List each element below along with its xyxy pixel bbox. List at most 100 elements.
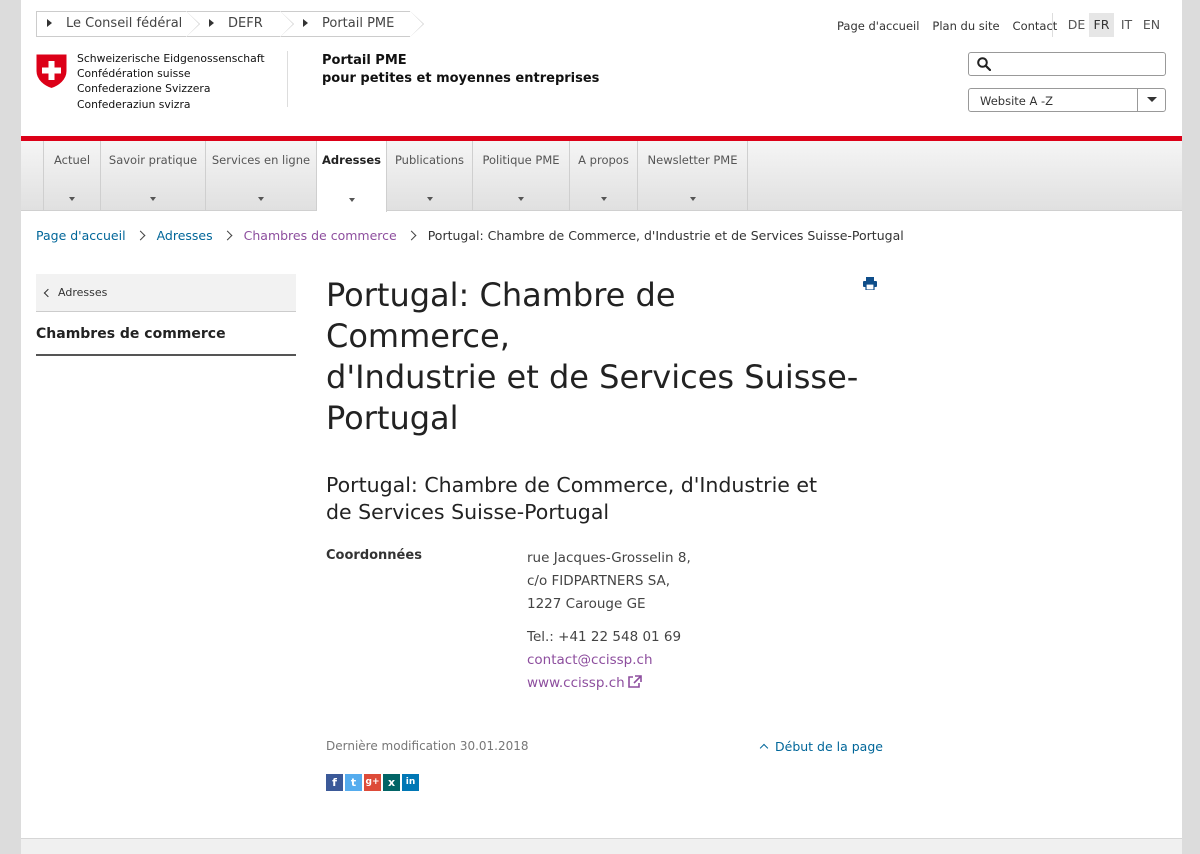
service-link-sitemap[interactable]: Plan du site — [932, 19, 999, 33]
top-tab-label: Portail PME — [322, 16, 395, 31]
facebook-icon[interactable]: f — [326, 774, 343, 791]
sidebar-item-label: Chambres de commerce — [36, 326, 226, 342]
chevron-right-icon — [222, 230, 233, 241]
nav-item-label: Services en ligne — [211, 153, 311, 167]
caret-down-icon — [600, 197, 607, 201]
breadcrumb-home[interactable]: Page d'accueil — [36, 228, 126, 243]
nav-item-label: Savoir pratique — [108, 153, 198, 167]
breadcrumb: Page d'accueil Adresses Chambres de comm… — [36, 228, 904, 243]
chevron-up-icon — [759, 743, 769, 753]
nav-item-label: Politique PME — [482, 153, 560, 167]
nav-item-label: A propos — [578, 153, 629, 167]
lang-fr[interactable]: FR — [1089, 13, 1114, 37]
search-field[interactable] — [968, 52, 1166, 76]
swiss-coat-of-arms-icon[interactable] — [35, 53, 68, 89]
nav-item-actuel[interactable]: Actuel — [44, 141, 101, 211]
external-link-icon — [627, 675, 642, 688]
confederation-logo-text[interactable]: Schweizerische Eidgenossenschaft Confédé… — [77, 51, 265, 112]
site-title[interactable]: Portail PME pour petites et moyennes ent… — [322, 52, 599, 88]
twitter-icon[interactable]: t — [345, 774, 362, 791]
main-nav: Actuel Savoir pratique Services en ligne… — [21, 141, 1182, 212]
back-to-top-link[interactable]: Début de la page — [758, 739, 883, 754]
back-to-top-label: Début de la page — [775, 739, 883, 754]
divider — [1052, 13, 1053, 37]
language-switcher: DE FR IT EN — [1064, 13, 1164, 37]
caret-down-icon — [689, 197, 696, 201]
site-title-sub: pour petites et moyennes entreprises — [322, 71, 600, 86]
breadcrumb-adresses[interactable]: Adresses — [157, 228, 213, 243]
service-link-contact[interactable]: Contact — [1013, 19, 1058, 33]
logo-line: Confederaziun svizra — [77, 97, 191, 111]
caret-down-icon — [69, 197, 75, 201]
nav-item-newsletter-pme[interactable]: Newsletter PME — [638, 141, 748, 211]
nav-item-label: Newsletter PME — [647, 153, 738, 167]
page-title-line: Portugal — [326, 399, 459, 437]
select-toggle[interactable] — [1137, 89, 1165, 111]
website-link-row[interactable]: www.ccissp.ch — [527, 672, 691, 695]
lang-it[interactable]: IT — [1114, 13, 1139, 37]
social-share: f t g+ x in — [326, 774, 421, 791]
sidebar-item-chambres-de-commerce[interactable]: Chambres de commerce — [36, 313, 296, 356]
chevron-left-icon — [43, 288, 53, 298]
coordinates-block: rue Jacques-Grosselin 8, c/o FIDPARTNERS… — [527, 547, 691, 695]
lang-en[interactable]: EN — [1139, 13, 1164, 37]
nav-item-adresses[interactable]: Adresses — [317, 141, 387, 212]
nav-item-publications[interactable]: Publications — [387, 141, 473, 211]
sidebar-back-link[interactable]: Adresses — [36, 274, 296, 312]
caret-down-icon — [518, 197, 524, 201]
logo-line: Confédération suisse — [77, 67, 191, 81]
entry-title-line: de Services Suisse-Portugal — [326, 500, 610, 524]
sidebar-back-label: Adresses — [58, 286, 108, 299]
chevron-down-icon — [1147, 97, 1157, 102]
search-icon — [977, 57, 991, 71]
search-input[interactable] — [997, 55, 1157, 73]
breadcrumb-current: Portugal: Chambre de Commerce, d'Industr… — [427, 228, 904, 243]
divider — [287, 51, 288, 107]
nav-item-a-propos[interactable]: A propos — [570, 141, 638, 211]
phone-number: Tel.: +41 22 548 01 69 — [527, 629, 682, 645]
googleplus-icon[interactable]: g+ — [364, 774, 381, 791]
linkedin-icon[interactable]: in — [402, 774, 419, 791]
nav-item-services-en-ligne[interactable]: Services en ligne — [206, 141, 317, 211]
coordinates-label: Coordonnées — [326, 548, 422, 563]
federal-breadcrumb: Le Conseil fédéral DEFR Portail PME — [36, 11, 424, 37]
logo-line: Confederazione Svizzera — [77, 82, 211, 96]
entry-title-line: Portugal: Chambre de Commerce, d'Industr… — [326, 473, 818, 497]
top-tab-label: DEFR — [228, 16, 263, 31]
service-nav: Page d'accueil Plan du site Contact — [837, 19, 1070, 33]
nav-item-savoir-pratique[interactable]: Savoir pratique — [101, 141, 206, 211]
address-line: rue Jacques-Grosselin 8, — [527, 550, 691, 566]
page: Le Conseil fédéral DEFR Portail PME Page… — [21, 0, 1182, 854]
top-tab-defr[interactable]: DEFR — [186, 11, 294, 37]
page-title: Portugal: Chambre de Commerce, d'Industr… — [326, 275, 866, 439]
nav-item-politique-pme[interactable]: Politique PME — [473, 141, 570, 211]
caret-right-icon — [303, 18, 308, 27]
page-title-line: d'Industrie et de Services Suisse- — [326, 358, 859, 396]
site-title-main: Portail PME — [322, 53, 407, 68]
breadcrumb-chambres[interactable]: Chambres de commerce — [244, 228, 397, 243]
chevron-right-icon — [406, 230, 417, 241]
print-icon[interactable] — [863, 277, 877, 290]
lang-de[interactable]: DE — [1064, 13, 1089, 37]
chevron-right-icon — [135, 230, 146, 241]
caret-down-icon — [426, 197, 433, 201]
top-tab-portail-pme[interactable]: Portail PME — [280, 11, 424, 37]
address-line: 1227 Carouge GE — [527, 596, 646, 612]
select-value: Website A -Z — [980, 94, 1054, 108]
entry-title: Portugal: Chambre de Commerce, d'Industr… — [326, 472, 886, 526]
address-line: c/o FIDPARTNERS SA, — [527, 573, 671, 589]
caret-down-icon — [150, 197, 156, 201]
caret-right-icon — [47, 18, 52, 27]
xing-icon[interactable]: x — [383, 774, 400, 791]
service-link-home[interactable]: Page d'accueil — [837, 19, 919, 33]
nav-item-label: Actuel — [53, 153, 91, 167]
top-tab-label: Le Conseil fédéral — [66, 16, 183, 31]
website-az-select[interactable]: Website A -Z — [968, 88, 1166, 112]
top-tab-conseil-federal[interactable]: Le Conseil fédéral — [36, 11, 200, 37]
footer-strip — [21, 838, 1182, 854]
website-link[interactable]: www.ccissp.ch — [527, 675, 625, 691]
caret-right-icon — [209, 18, 214, 27]
email-link[interactable]: contact@ccissp.ch — [527, 652, 653, 668]
last-modified: Dernière modification 30.01.2018 — [326, 739, 529, 753]
